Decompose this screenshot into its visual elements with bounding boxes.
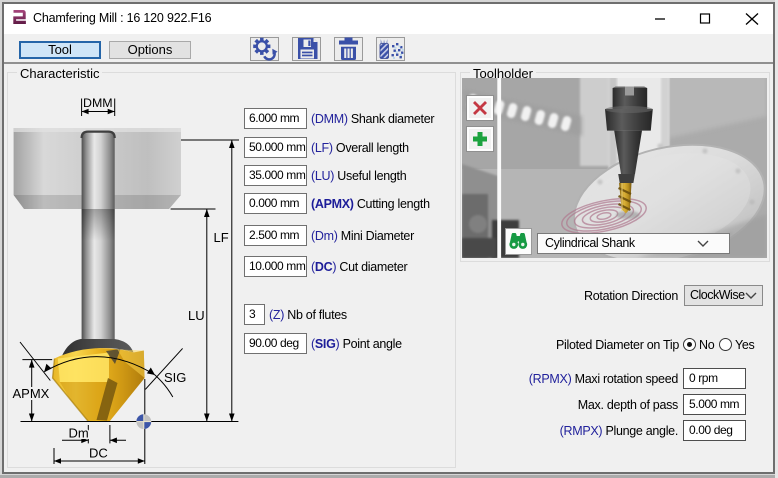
svg-text:SIG: SIG (164, 370, 186, 385)
svg-text:APMX: APMX (13, 386, 50, 401)
svg-text:LU: LU (188, 308, 205, 323)
svg-text:Dm: Dm (69, 426, 89, 441)
svg-text:LF: LF (214, 230, 229, 245)
svg-text:DC: DC (89, 446, 108, 461)
svg-text:DMM: DMM (83, 96, 113, 110)
